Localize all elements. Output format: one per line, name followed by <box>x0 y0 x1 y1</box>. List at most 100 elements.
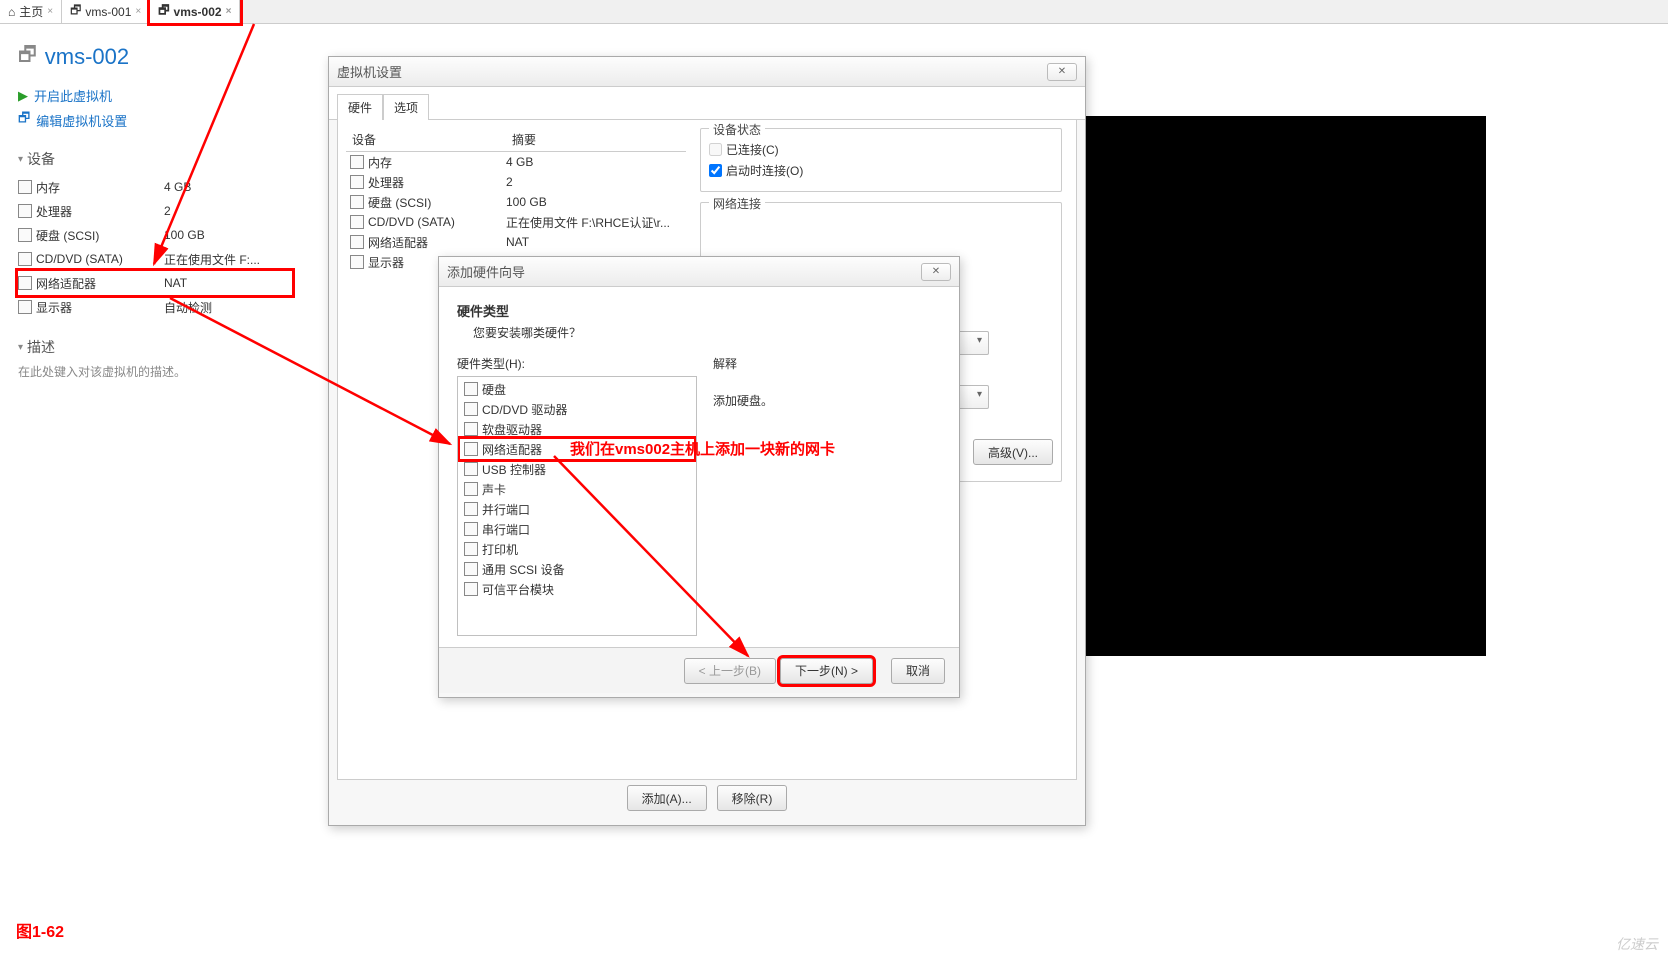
hw-item-serial[interactable]: 串行端口 <box>460 519 694 539</box>
device-disk[interactable]: 硬盘 (SCSI)100 GB <box>18 223 292 247</box>
cpu-icon <box>350 175 364 189</box>
settings-tabs: 硬件 选项 <box>329 87 1085 120</box>
vm-icon: 🗗 <box>158 1 169 22</box>
watermark: 亿速云 <box>1616 934 1658 954</box>
hw-item-sound[interactable]: 声卡 <box>460 479 694 499</box>
explain-text: 添加硬盘。 <box>713 392 773 409</box>
hardware-type-list[interactable]: 硬盘 CD/DVD 驱动器 软盘驱动器 网络适配器 USB 控制器 声卡 并行端… <box>457 376 697 636</box>
row-val: 正在使用文件 F:\RHCE认证\r... <box>506 214 686 231</box>
hw-label: 可信平台模块 <box>482 581 554 598</box>
wizard-titlebar: 添加硬件向导 ✕ <box>439 257 959 287</box>
tab-home[interactable]: ⌂ 主页 × <box>0 0 62 23</box>
device-memory[interactable]: 内存4 GB <box>18 175 292 199</box>
device-network[interactable]: 网络适配器NAT <box>18 271 292 295</box>
display-icon <box>350 255 364 269</box>
row-name: CD/DVD (SATA) <box>368 215 455 229</box>
dev-val: 正在使用文件 F:... <box>164 251 260 268</box>
edit-settings-label: 编辑虚拟机设置 <box>36 111 127 130</box>
explain-label: 解释 <box>713 355 773 372</box>
network-icon <box>18 276 32 290</box>
checkbox-icon <box>709 164 722 177</box>
hw-item-scsi[interactable]: 通用 SCSI 设备 <box>460 559 694 579</box>
dev-name: 处理器 <box>36 203 72 220</box>
tab-vms-001[interactable]: 🗗 vms-001 × <box>62 0 150 23</box>
wizard-body: 硬件类型 您要安装哪类硬件？ 硬件类型(H): 硬盘 CD/DVD 驱动器 软盘… <box>439 287 959 647</box>
hw-item-floppy[interactable]: 软盘驱动器 <box>460 419 694 439</box>
cancel-button[interactable]: 取消 <box>891 658 945 684</box>
printer-icon <box>464 542 478 556</box>
annotation-text: 我们在vms002主机上添加一块新的网卡 <box>570 438 835 459</box>
settings-bottom-buttons: 添加(A)... 移除(R) <box>329 785 1085 811</box>
row-val: 100 GB <box>506 195 686 209</box>
add-button[interactable]: 添加(A)... <box>627 785 707 811</box>
edit-icon: 🗗 <box>18 109 30 131</box>
wizard-title-text: 添加硬件向导 <box>447 262 525 281</box>
row-disk[interactable]: 硬盘 (SCSI) 100 GB <box>346 192 686 212</box>
tab-vms-002[interactable]: 🗗 vms-002 × <box>150 0 240 23</box>
close-icon[interactable]: ✕ <box>921 263 951 281</box>
close-icon[interactable]: × <box>47 6 53 17</box>
hw-item-usb[interactable]: USB 控制器 <box>460 459 694 479</box>
description-placeholder[interactable]: 在此处键入对该虚拟机的描述。 <box>18 363 292 380</box>
edit-settings-action[interactable]: 🗗 编辑虚拟机设置 <box>18 109 292 131</box>
tab-label: vms-002 <box>174 5 222 19</box>
row-cpu[interactable]: 处理器2 <box>346 172 686 192</box>
close-icon[interactable]: × <box>226 6 232 17</box>
devices-section-head[interactable]: 设备 <box>18 149 292 169</box>
device-cddvd[interactable]: CD/DVD (SATA)正在使用文件 F:... <box>18 247 292 271</box>
device-display[interactable]: 显示器自动检测 <box>18 295 292 319</box>
next-button[interactable]: 下一步(N) > <box>780 658 873 684</box>
hw-label: 声卡 <box>482 481 506 498</box>
cpu-icon <box>18 204 32 218</box>
row-name: 网络适配器 <box>368 234 428 251</box>
vm-title: 🗗 vms-002 <box>18 40 292 74</box>
hw-item-tpm[interactable]: 可信平台模块 <box>460 579 694 599</box>
hw-label: 网络适配器 <box>482 441 542 458</box>
devices-head-text: 设备 <box>27 149 55 169</box>
row-memory[interactable]: 内存4 GB <box>346 152 686 172</box>
tab-bar: ⌂ 主页 × 🗗 vms-001 × 🗗 vms-002 × <box>0 0 1668 24</box>
sound-icon <box>464 482 478 496</box>
memory-icon <box>18 180 32 194</box>
hw-list-label: 硬件类型(H): <box>457 355 697 372</box>
row-name: 显示器 <box>368 254 404 271</box>
connected-checkbox[interactable]: 已连接(C) <box>709 141 1053 158</box>
wizard-sub: 您要安装哪类硬件？ <box>473 324 941 341</box>
hw-label: 软盘驱动器 <box>482 421 542 438</box>
advanced-button[interactable]: 高级(V)... <box>973 439 1053 465</box>
power-on-action[interactable]: ▶ 开启此虚拟机 <box>18 86 292 105</box>
hw-label: 通用 SCSI 设备 <box>482 561 565 578</box>
connect-poweron-checkbox[interactable]: 启动时连接(O) <box>709 162 1053 179</box>
hw-list-column: 硬件类型(H): 硬盘 CD/DVD 驱动器 软盘驱动器 网络适配器 USB 控… <box>457 355 697 636</box>
row-val: 2 <box>506 175 686 189</box>
row-cddvd[interactable]: CD/DVD (SATA) 正在使用文件 F:\RHCE认证\r... <box>346 212 686 232</box>
device-cpu[interactable]: 处理器2 <box>18 199 292 223</box>
tpm-icon <box>464 582 478 596</box>
chk-label: 已连接(C) <box>726 141 779 158</box>
cd-icon <box>464 402 478 416</box>
prev-button: < 上一步(B) <box>684 658 776 684</box>
hw-item-cddvd[interactable]: CD/DVD 驱动器 <box>460 399 694 419</box>
dev-name: 硬盘 (SCSI) <box>36 227 99 244</box>
home-icon: ⌂ <box>8 5 15 19</box>
desc-section-head[interactable]: 描述 <box>18 337 292 357</box>
tab-options[interactable]: 选项 <box>383 94 429 120</box>
close-icon[interactable]: ✕ <box>1047 63 1077 81</box>
close-icon[interactable]: × <box>135 6 141 17</box>
remove-button[interactable]: 移除(R) <box>717 785 788 811</box>
hw-label: USB 控制器 <box>482 461 546 478</box>
floppy-icon <box>464 422 478 436</box>
hw-item-printer[interactable]: 打印机 <box>460 539 694 559</box>
row-name: 内存 <box>368 154 392 171</box>
hw-item-disk[interactable]: 硬盘 <box>460 379 694 399</box>
cd-icon <box>350 215 364 229</box>
row-network[interactable]: 网络适配器NAT <box>346 232 686 252</box>
network-icon <box>350 235 364 249</box>
dev-val: NAT <box>164 276 187 290</box>
play-icon: ▶ <box>18 88 28 104</box>
device-status-group: 设备状态 已连接(C) 启动时连接(O) <box>700 128 1062 192</box>
hw-item-parallel[interactable]: 并行端口 <box>460 499 694 519</box>
disk-icon <box>18 228 32 242</box>
tab-hardware[interactable]: 硬件 <box>337 94 383 120</box>
row-name: 硬盘 (SCSI) <box>368 194 431 211</box>
